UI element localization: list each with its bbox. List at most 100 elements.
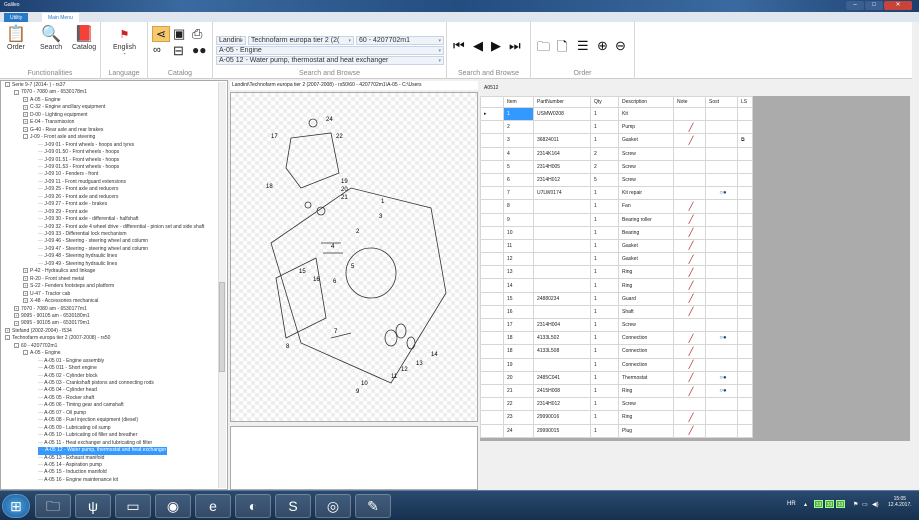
tree-item[interactable]: — A-05 10 - Lubricating oil filler and b…: [38, 432, 137, 440]
cell-note[interactable]: ╱: [673, 344, 706, 359]
cell-sost[interactable]: [705, 212, 738, 227]
paint-taskbar-icon[interactable]: ✎: [355, 494, 391, 518]
cell-qty[interactable]: 1: [590, 199, 619, 214]
cell-qty[interactable]: 1: [590, 120, 619, 135]
cell-partnumber[interactable]: [533, 357, 591, 372]
row-header[interactable]: [480, 317, 504, 333]
cell-partnumber[interactable]: [533, 238, 591, 254]
cell-sost[interactable]: [705, 317, 738, 333]
flag-tray-icon[interactable]: ⚑: [853, 501, 858, 508]
cell-item[interactable]: 9: [503, 212, 534, 227]
cell-description[interactable]: Screw: [618, 317, 674, 333]
tree-item[interactable]: — A-05 05 - Rocker shaft: [38, 395, 94, 403]
table-row[interactable]: 5 2314H005 2 Screw: [480, 159, 753, 174]
cell-partnumber[interactable]: 24880234: [533, 291, 591, 306]
cell-sost[interactable]: ○●: [705, 186, 738, 201]
tree-item[interactable]: — A-05 12 - Water pump, thermostat and h…: [38, 447, 168, 455]
cell-qty[interactable]: 2: [590, 159, 619, 174]
tree-item[interactable]: — A-05 11 - Heat exchanger and lubricati…: [38, 440, 152, 448]
prev-icon[interactable]: ◀: [473, 38, 483, 54]
collapse-icon[interactable]: -: [14, 342, 19, 348]
note-pencil-icon[interactable]: ╱: [689, 255, 694, 264]
note-pencil-icon[interactable]: ╱: [689, 347, 694, 356]
row-header[interactable]: [480, 159, 504, 174]
clock[interactable]: 15:05 12.4.2017.: [888, 496, 912, 508]
cell-ls[interactable]: [737, 106, 753, 122]
column-header-sost[interactable]: Sost: [705, 96, 738, 108]
cell-sost[interactable]: [705, 278, 738, 293]
tree-item[interactable]: — J-09 32 - Front axle 4 wheel drive - d…: [38, 224, 204, 232]
cell-ls[interactable]: [737, 225, 753, 240]
add-list-icon[interactable]: ☰: [577, 38, 589, 54]
cell-note[interactable]: ╱: [673, 410, 706, 425]
tree-item[interactable]: — A-05 15 - Induction manifold: [38, 469, 107, 477]
start-button[interactable]: ⊞: [2, 494, 30, 518]
galileo-taskbar-icon[interactable]: ◎: [315, 494, 351, 518]
expand-icon[interactable]: +: [23, 268, 28, 274]
catalog-tree[interactable]: - Serie 9-7 (2014- ) - rs37-7070 - 7080 a…: [0, 80, 228, 490]
substitution-icon[interactable]: ○●: [719, 190, 726, 196]
cell-item[interactable]: 13: [503, 265, 534, 280]
tree-item[interactable]: — J-09 01 - Front wheels - hoops and tyr…: [38, 142, 134, 150]
app-taskbar-icon[interactable]: ψ: [75, 494, 111, 518]
cell-item[interactable]: 8: [503, 199, 534, 214]
catalog-button[interactable]: 📕 Catalog: [72, 26, 96, 51]
note-pencil-icon[interactable]: ╱: [689, 294, 694, 303]
cell-ls[interactable]: [737, 159, 753, 174]
tree-item[interactable]: + A-05 - Engine: [23, 97, 61, 105]
maximize-button[interactable]: □: [865, 1, 883, 10]
note-pencil-icon[interactable]: ╱: [689, 387, 694, 396]
print-icon[interactable]: ⎙: [192, 26, 202, 42]
add-to-cart-icon[interactable]: ⊕: [597, 38, 608, 54]
row-header[interactable]: [480, 410, 504, 425]
cell-sost[interactable]: [705, 357, 738, 372]
cell-note[interactable]: [673, 317, 706, 333]
tree-item[interactable]: +9095 - 90105 am - 6530179m1: [14, 320, 90, 328]
table-row[interactable]: ▸ 1 USMW0208 1 Kit: [480, 106, 753, 122]
tree-item[interactable]: — J-09 26 - Front axle and reducers: [38, 194, 118, 202]
row-header[interactable]: [480, 238, 504, 254]
tree-item[interactable]: — A-05 09 - Lubricating oil sump: [38, 425, 111, 433]
exploded-drawing[interactable]: 24 17 22 18 19 20 21 1 2 3 4 5 15 16 6 7 8 9 10 11 12 13 14: [230, 92, 478, 422]
cell-ls[interactable]: [737, 120, 753, 135]
cell-ls[interactable]: [737, 317, 753, 333]
cell-qty[interactable]: 1: [590, 225, 619, 240]
cell-note[interactable]: ╱: [673, 265, 706, 280]
table-row[interactable]: 4 2314K164 2 Screw: [480, 146, 753, 161]
cell-partnumber[interactable]: [533, 225, 591, 240]
cell-partnumber[interactable]: [533, 252, 591, 267]
callout-label[interactable]: 13: [416, 361, 423, 367]
cell-qty[interactable]: 1: [590, 357, 619, 372]
tree-item[interactable]: - A-05 - Engine: [23, 350, 61, 358]
cell-item[interactable]: 11: [503, 238, 534, 254]
tree-item[interactable]: + S-22 - Fenders footsteps and platform: [23, 283, 114, 291]
callout-label[interactable]: 10: [361, 381, 368, 387]
cell-qty[interactable]: 1: [590, 106, 619, 122]
ls-icon[interactable]: ⧉: [741, 137, 745, 143]
tree-item[interactable]: + C-32 - Engine ancillary equipment: [23, 104, 105, 112]
cell-note[interactable]: ╱: [673, 238, 706, 254]
expand-icon[interactable]: +: [23, 97, 28, 103]
tree-item[interactable]: + U-47 - Tractor cab: [23, 291, 70, 299]
cell-description[interactable]: Kit: [618, 106, 674, 122]
callout-label[interactable]: 1: [381, 199, 385, 205]
callout-label[interactable]: 24: [326, 117, 333, 123]
group-select[interactable]: A-05 - Engine ▾: [216, 46, 444, 55]
table-row[interactable]: 17 2314H004 1 Screw: [480, 317, 753, 333]
substitution-icon[interactable]: ○●: [719, 388, 726, 394]
cell-qty[interactable]: 1: [590, 397, 619, 412]
expand-icon[interactable]: +: [23, 126, 28, 132]
cell-note[interactable]: ╱: [673, 331, 706, 346]
note-pencil-icon[interactable]: ╱: [689, 123, 694, 132]
cell-sost[interactable]: [705, 120, 738, 135]
tree-item[interactable]: — A-05 02 - Cylinder block: [38, 373, 97, 381]
callout-label[interactable]: 14: [431, 352, 438, 358]
expand-icon[interactable]: +: [23, 283, 28, 289]
firefox-taskbar-icon[interactable]: ◐: [235, 494, 271, 518]
tree-scrollbar-thumb[interactable]: [219, 282, 225, 372]
cell-sost[interactable]: [705, 238, 738, 254]
table-row[interactable]: 24 29990015 1 Plug ╱: [480, 423, 753, 438]
note-pencil-icon[interactable]: ╱: [689, 241, 694, 250]
cell-note[interactable]: [673, 146, 706, 161]
note-pencil-icon[interactable]: ╱: [689, 136, 694, 145]
